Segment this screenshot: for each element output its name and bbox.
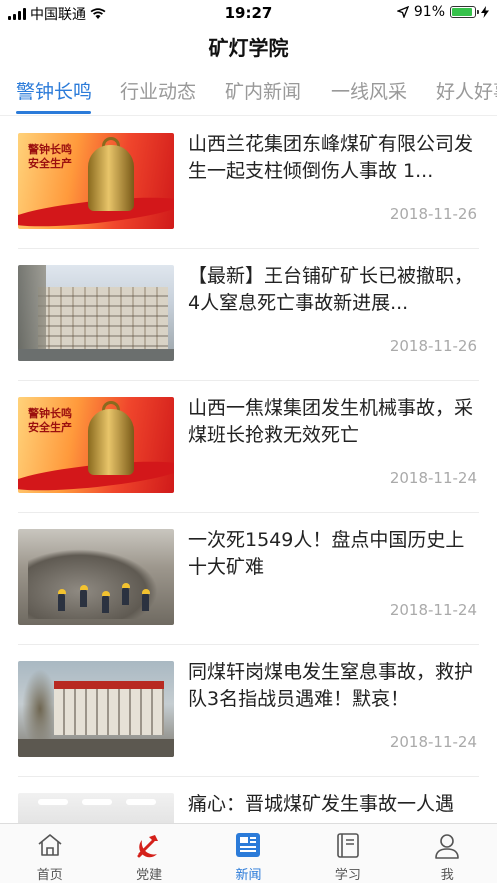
party-emblem-icon (137, 835, 159, 858)
location-arrow-icon (396, 6, 409, 18)
tabbar-label: 学习 (334, 868, 361, 883)
profile-icon (435, 834, 460, 859)
bottom-tab-bar: 首页 党建 新闻 学习 我 (0, 823, 497, 883)
thumbnail-caption: 警钟长鸣 安全生产 (28, 407, 72, 434)
tabbar-label: 首页 (36, 868, 63, 883)
book-icon (337, 833, 359, 858)
category-tabs: 警钟长鸣 行业动态 矿内新闻 一线风采 好人好事 (0, 72, 497, 116)
list-item[interactable]: 痛心：晋城煤矿发生事故一人遇 (0, 777, 497, 823)
news-title: 同煤轩岗煤电发生窒息事故，救护队3名指战员遇难！默哀！ (188, 661, 474, 710)
news-date: 2018-11-26 (389, 205, 477, 223)
news-thumbnail (18, 265, 174, 361)
tabbar-label: 党建 (136, 868, 163, 883)
news-title: 山西兰花集团东峰煤矿有限公司发生一起支柱倾倒伤人事故 1... (188, 133, 474, 182)
tabbar-item-study[interactable]: 学习 (298, 824, 397, 883)
news-thumbnail (18, 661, 174, 757)
news-thumbnail: 警钟长鸣 安全生产 (18, 133, 174, 229)
bell-icon (88, 145, 134, 211)
tabbar-item-home[interactable]: 首页 (0, 824, 99, 883)
home-icon (38, 834, 62, 856)
tabbar-item-me[interactable]: 我 (398, 824, 497, 883)
news-date: 2018-11-26 (389, 337, 477, 355)
list-item[interactable]: 同煤轩岗煤电发生窒息事故，救护队3名指战员遇难！默哀！ 2018-11-24 (0, 645, 497, 777)
news-icon (236, 833, 261, 857)
news-date: 2018-11-24 (389, 733, 477, 751)
status-bar: 中国联通 19:27 91% (0, 0, 497, 26)
tab-mine-news[interactable]: 矿内新闻 (225, 72, 301, 112)
news-title: 山西一焦煤集团发生机械事故，采煤班长抢救无效死亡 (188, 397, 474, 446)
tab-good-deeds[interactable]: 好人好事 (436, 72, 497, 112)
news-list[interactable]: 警钟长鸣 安全生产 山西兰花集团东峰煤矿有限公司发生一起支柱倾倒伤人事故 1..… (0, 117, 497, 823)
news-date: 2018-11-24 (389, 469, 477, 487)
tab-alarm[interactable]: 警钟长鸣 (16, 72, 92, 112)
battery-percent: 91% (413, 4, 445, 20)
charging-bolt-icon (481, 6, 489, 18)
thumbnail-caption: 警钟长鸣 安全生产 (28, 143, 72, 170)
tabbar-label: 新闻 (235, 868, 262, 883)
list-item[interactable]: 警钟长鸣 安全生产 山西一焦煤集团发生机械事故，采煤班长抢救无效死亡 2018-… (0, 381, 497, 513)
tabbar-label: 我 (440, 868, 454, 883)
battery-level (452, 8, 473, 16)
news-thumbnail: 警钟长鸣 安全生产 (18, 397, 174, 493)
tabbar-item-news[interactable]: 新闻 (199, 824, 298, 883)
news-title: 一次死1549人！盘点中国历史上十大矿难 (188, 529, 465, 578)
news-title: 痛心：晋城煤矿发生事故一人遇 (188, 793, 455, 815)
list-item[interactable]: 一次死1549人！盘点中国历史上十大矿难 2018-11-24 (0, 513, 497, 645)
page-title: 矿灯学院 (208, 36, 289, 60)
list-item[interactable]: 警钟长鸣 安全生产 山西兰花集团东峰煤矿有限公司发生一起支柱倾倒伤人事故 1..… (0, 117, 497, 249)
news-thumbnail (18, 529, 174, 625)
tabbar-item-party[interactable]: 党建 (99, 824, 198, 883)
status-bar-right: 91% (396, 4, 489, 20)
news-thumbnail (18, 793, 174, 823)
battery-icon (450, 6, 479, 18)
news-date: 2018-11-24 (389, 601, 477, 619)
list-item[interactable]: 【最新】王台铺矿矿长已被撤职，4人窒息死亡事故新进展... 2018-11-26 (0, 249, 497, 381)
tab-industry-news[interactable]: 行业动态 (120, 72, 196, 112)
bell-icon (88, 409, 134, 475)
news-title: 【最新】王台铺矿矿长已被撤职，4人窒息死亡事故新进展... (188, 265, 474, 314)
active-tab-indicator (16, 111, 91, 114)
tab-frontline[interactable]: 一线风采 (331, 72, 407, 112)
